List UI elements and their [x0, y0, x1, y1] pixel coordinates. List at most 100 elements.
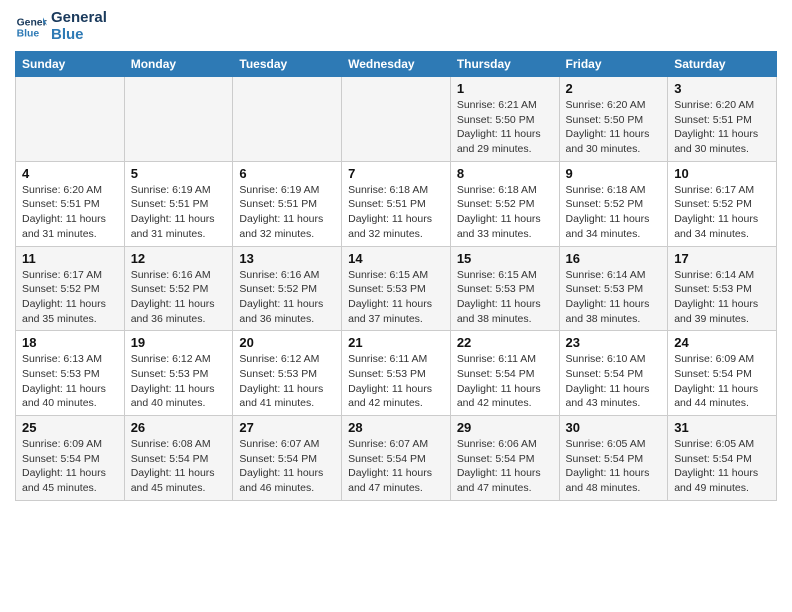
day-number: 27: [239, 420, 335, 435]
day-number: 13: [239, 251, 335, 266]
table-row: [124, 77, 233, 162]
day-info: Sunrise: 6:18 AMSunset: 5:51 PMDaylight:…: [348, 183, 444, 242]
day-info: Sunrise: 6:16 AMSunset: 5:52 PMDaylight:…: [131, 268, 227, 327]
table-row: 21 Sunrise: 6:11 AMSunset: 5:53 PMDayligh…: [342, 331, 451, 416]
day-number: 25: [22, 420, 118, 435]
table-row: 30 Sunrise: 6:05 AMSunset: 5:54 PMDayligh…: [559, 416, 668, 501]
calendar-table: SundayMondayTuesdayWednesdayThursdayFrid…: [15, 51, 777, 501]
day-info: Sunrise: 6:10 AMSunset: 5:54 PMDaylight:…: [566, 352, 662, 411]
col-header-tuesday: Tuesday: [233, 52, 342, 77]
col-header-wednesday: Wednesday: [342, 52, 451, 77]
table-row: 28 Sunrise: 6:07 AMSunset: 5:54 PMDayligh…: [342, 416, 451, 501]
day-number: 29: [457, 420, 553, 435]
table-row: 5Sunrise: 6:19 AMSunset: 5:51 PMDaylight…: [124, 161, 233, 246]
day-number: 30: [566, 420, 662, 435]
table-row: 11 Sunrise: 6:17 AMSunset: 5:52 PMDayligh…: [16, 246, 125, 331]
table-row: 26 Sunrise: 6:08 AMSunset: 5:54 PMDayligh…: [124, 416, 233, 501]
day-info: Sunrise: 6:11 AMSunset: 5:53 PMDaylight:…: [348, 352, 444, 411]
table-row: 27Sunrise: 6:07 AMSunset: 5:54 PMDayligh…: [233, 416, 342, 501]
table-row: 12 Sunrise: 6:16 AMSunset: 5:52 PMDayligh…: [124, 246, 233, 331]
day-number: 6: [239, 166, 335, 181]
col-header-monday: Monday: [124, 52, 233, 77]
table-row: 24 Sunrise: 6:09 AMSunset: 5:54 PMDayligh…: [668, 331, 777, 416]
day-info: Sunrise: 6:05 AMSunset: 5:54 PMDaylight:…: [566, 437, 662, 496]
day-info: Sunrise: 6:18 AMSunset: 5:52 PMDaylight:…: [566, 183, 662, 242]
day-number: 23: [566, 335, 662, 350]
day-info: Sunrise: 6:12 AMSunset: 5:53 PMDaylight:…: [131, 352, 227, 411]
table-row: 9 Sunrise: 6:18 AMSunset: 5:52 PMDaylight…: [559, 161, 668, 246]
day-number: 15: [457, 251, 553, 266]
day-info: Sunrise: 6:07 AMSunset: 5:54 PMDaylight:…: [348, 437, 444, 496]
day-number: 19: [131, 335, 227, 350]
day-info: Sunrise: 6:13 AMSunset: 5:53 PMDaylight:…: [22, 352, 118, 411]
day-info: Sunrise: 6:19 AMSunset: 5:51 PMDaylight:…: [239, 183, 335, 242]
table-row: 22 Sunrise: 6:11 AMSunset: 5:54 PMDayligh…: [450, 331, 559, 416]
day-number: 16: [566, 251, 662, 266]
table-row: 8 Sunrise: 6:18 AMSunset: 5:52 PMDaylight…: [450, 161, 559, 246]
day-info: Sunrise: 6:06 AMSunset: 5:54 PMDaylight:…: [457, 437, 553, 496]
day-number: 4: [22, 166, 118, 181]
table-row: 6 Sunrise: 6:19 AMSunset: 5:51 PMDaylight…: [233, 161, 342, 246]
day-number: 1: [457, 81, 553, 96]
table-row: 14 Sunrise: 6:15 AMSunset: 5:53 PMDayligh…: [342, 246, 451, 331]
day-number: 12: [131, 251, 227, 266]
day-info: Sunrise: 6:14 AMSunset: 5:53 PMDaylight:…: [674, 268, 770, 327]
day-info: Sunrise: 6:19 AMSunset: 5:51 PMDaylight:…: [131, 183, 227, 242]
table-row: 4 Sunrise: 6:20 AMSunset: 5:51 PMDaylight…: [16, 161, 125, 246]
table-row: 29 Sunrise: 6:06 AMSunset: 5:54 PMDayligh…: [450, 416, 559, 501]
day-number: 8: [457, 166, 553, 181]
day-info: Sunrise: 6:09 AMSunset: 5:54 PMDaylight:…: [674, 352, 770, 411]
day-number: 2: [566, 81, 662, 96]
day-info: Sunrise: 6:08 AMSunset: 5:54 PMDaylight:…: [131, 437, 227, 496]
svg-text:General: General: [17, 17, 47, 28]
day-info: Sunrise: 6:20 AMSunset: 5:51 PMDaylight:…: [22, 183, 118, 242]
day-number: 26: [131, 420, 227, 435]
header: General Blue General Blue: [15, 10, 777, 43]
day-number: 11: [22, 251, 118, 266]
logo: General Blue General Blue: [15, 10, 107, 43]
day-info: Sunrise: 6:15 AMSunset: 5:53 PMDaylight:…: [348, 268, 444, 327]
day-info: Sunrise: 6:05 AMSunset: 5:54 PMDaylight:…: [674, 437, 770, 496]
day-info: Sunrise: 6:17 AMSunset: 5:52 PMDaylight:…: [22, 268, 118, 327]
table-row: 31 Sunrise: 6:05 AMSunset: 5:54 PMDayligh…: [668, 416, 777, 501]
day-info: Sunrise: 6:12 AMSunset: 5:53 PMDaylight:…: [239, 352, 335, 411]
day-number: 10: [674, 166, 770, 181]
table-row: 7 Sunrise: 6:18 AMSunset: 5:51 PMDaylight…: [342, 161, 451, 246]
day-number: 28: [348, 420, 444, 435]
day-info: Sunrise: 6:16 AMSunset: 5:52 PMDaylight:…: [239, 268, 335, 327]
col-header-friday: Friday: [559, 52, 668, 77]
day-number: 31: [674, 420, 770, 435]
table-row: 20 Sunrise: 6:12 AMSunset: 5:53 PMDayligh…: [233, 331, 342, 416]
day-number: 18: [22, 335, 118, 350]
table-row: 13 Sunrise: 6:16 AMSunset: 5:52 PMDayligh…: [233, 246, 342, 331]
day-number: 22: [457, 335, 553, 350]
logo-text-blue: Blue: [51, 27, 107, 44]
table-row: 3Sunrise: 6:20 AMSunset: 5:51 PMDaylight…: [668, 77, 777, 162]
table-row: 2 Sunrise: 6:20 AMSunset: 5:50 PMDaylight…: [559, 77, 668, 162]
day-number: 7: [348, 166, 444, 181]
day-info: Sunrise: 6:20 AMSunset: 5:50 PMDaylight:…: [566, 98, 662, 157]
day-info: Sunrise: 6:11 AMSunset: 5:54 PMDaylight:…: [457, 352, 553, 411]
table-row: [342, 77, 451, 162]
day-number: 14: [348, 251, 444, 266]
logo-icon: General Blue: [15, 11, 47, 43]
day-info: Sunrise: 6:15 AMSunset: 5:53 PMDaylight:…: [457, 268, 553, 327]
day-number: 17: [674, 251, 770, 266]
day-info: Sunrise: 6:21 AMSunset: 5:50 PMDaylight:…: [457, 98, 553, 157]
table-row: 1 Sunrise: 6:21 AMSunset: 5:50 PMDaylight…: [450, 77, 559, 162]
day-number: 20: [239, 335, 335, 350]
svg-text:Blue: Blue: [17, 28, 40, 39]
day-info: Sunrise: 6:14 AMSunset: 5:53 PMDaylight:…: [566, 268, 662, 327]
table-row: 15 Sunrise: 6:15 AMSunset: 5:53 PMDayligh…: [450, 246, 559, 331]
day-info: Sunrise: 6:20 AMSunset: 5:51 PMDaylight:…: [674, 98, 770, 157]
table-row: 17 Sunrise: 6:14 AMSunset: 5:53 PMDayligh…: [668, 246, 777, 331]
day-number: 9: [566, 166, 662, 181]
col-header-saturday: Saturday: [668, 52, 777, 77]
table-row: [16, 77, 125, 162]
day-number: 21: [348, 335, 444, 350]
logo-text: General: [51, 10, 107, 27]
day-info: Sunrise: 6:18 AMSunset: 5:52 PMDaylight:…: [457, 183, 553, 242]
table-row: 18 Sunrise: 6:13 AMSunset: 5:53 PMDayligh…: [16, 331, 125, 416]
table-row: 16 Sunrise: 6:14 AMSunset: 5:53 PMDayligh…: [559, 246, 668, 331]
day-number: 24: [674, 335, 770, 350]
